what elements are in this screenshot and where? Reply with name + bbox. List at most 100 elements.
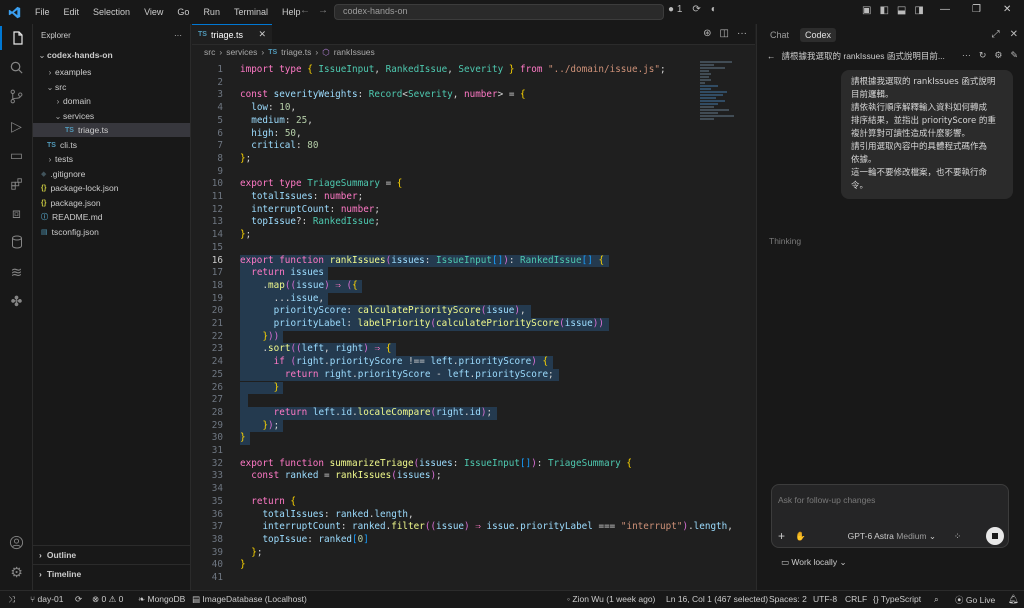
command-center-search[interactable]: codex-hands-on: [334, 4, 664, 20]
toggle-panel-icon[interactable]: ⬓: [897, 5, 906, 16]
source-control-icon[interactable]: [0, 84, 33, 108]
code-line[interactable]: 5 medium: 25,: [192, 115, 712, 128]
tab-chat[interactable]: Chat: [765, 28, 794, 42]
code-line[interactable]: 12 interruptCount: number;: [192, 204, 712, 217]
project-root[interactable]: ⌄ codex-hands-on: [33, 48, 190, 62]
code-line[interactable]: 37 interruptCount: ranked.filter((issue)…: [192, 521, 733, 534]
python-icon[interactable]: ✤: [0, 289, 33, 313]
indentation-status[interactable]: Spaces: 2: [769, 594, 807, 604]
sync-icon[interactable]: ⟳: [692, 4, 700, 15]
stop-button[interactable]: [986, 527, 1004, 545]
add-context-icon[interactable]: +: [778, 529, 785, 543]
code-line[interactable]: 11 totalIssues: number;: [192, 191, 712, 204]
hand-icon[interactable]: ✋: [795, 531, 806, 542]
followup-input-box[interactable]: Ask for follow-up changes + ✋ GPT-6 Astr…: [771, 484, 1009, 548]
menu-terminal[interactable]: Terminal: [227, 7, 275, 17]
code-line[interactable]: 32 export function summarizeTriage(issues…: [192, 458, 712, 471]
code-line[interactable]: 2: [192, 77, 712, 90]
timeline-section[interactable]: › Timeline: [33, 564, 190, 582]
accounts-icon[interactable]: ◐: [711, 4, 717, 15]
encoding-status[interactable]: UTF-8: [813, 594, 837, 604]
code-line[interactable]: 8};: [192, 153, 712, 166]
code-line[interactable]: 20 priorityScore: calculatePriorityScore…: [192, 305, 712, 318]
code-line[interactable]: 30}: [192, 432, 712, 445]
code-line[interactable]: 24 if (right.priorityScore !== left.prio…: [192, 356, 712, 369]
code-line[interactable]: 9: [192, 166, 712, 179]
layout-icon[interactable]: ▣: [862, 5, 871, 16]
close-tab-icon[interactable]: ✕: [258, 29, 266, 40]
code-line[interactable]: 36 totalIssues: ranked.length,: [192, 509, 712, 522]
tab-triage[interactable]: TS triage.ts ✕: [192, 24, 272, 44]
code-line[interactable]: 31: [192, 445, 712, 458]
code-line[interactable]: 40}: [192, 559, 712, 572]
tree-file-package[interactable]: {} package.json: [33, 196, 190, 210]
split-editor-icon[interactable]: ◫: [720, 28, 729, 39]
settings-gear-icon[interactable]: ⚙: [994, 50, 1002, 61]
code-line[interactable]: 22 })): [192, 331, 712, 344]
code-line[interactable]: 41: [192, 572, 712, 585]
menu-run[interactable]: Run: [196, 7, 227, 17]
menu-selection[interactable]: Selection: [86, 7, 137, 17]
copilot-badge[interactable]: ● 1: [668, 4, 682, 15]
code-line[interactable]: 35 return {: [192, 496, 712, 509]
new-thread-icon[interactable]: ✎: [1010, 50, 1018, 61]
database-icon[interactable]: [0, 230, 33, 254]
more-actions-icon[interactable]: ···: [174, 31, 182, 40]
outline-section[interactable]: › Outline: [33, 545, 190, 563]
maximize-panel-icon[interactable]: ⤢: [992, 29, 1000, 40]
menu-go[interactable]: Go: [170, 7, 196, 17]
tab-codex[interactable]: Codex: [800, 28, 837, 42]
code-line[interactable]: 38 topIssue: ranked[0]: [192, 534, 712, 547]
extensions-icon[interactable]: [0, 172, 33, 196]
code-line[interactable]: 17 return issues: [192, 267, 712, 280]
code-view[interactable]: 1 import type { IssueInput, RankedIssue, …: [192, 60, 755, 590]
tree-file-package-lock[interactable]: {} package-lock.json: [33, 181, 190, 195]
toggle-secondary-sidebar-icon[interactable]: ◨: [914, 5, 923, 16]
code-line[interactable]: 27: [192, 394, 712, 407]
sync-icon[interactable]: ⟳: [75, 594, 82, 605]
breadcrumb-src[interactable]: src: [204, 47, 215, 57]
close-panel-icon[interactable]: ✕: [1010, 29, 1018, 40]
codex-icon[interactable]: ⊛: [703, 28, 711, 39]
mongodb-status[interactable]: ❧ MongoDB: [138, 594, 185, 605]
tree-folder-services[interactable]: ⌄ services: [33, 109, 190, 123]
forward-arrow-icon[interactable]: →: [318, 5, 328, 16]
tree-file-readme[interactable]: ⓘ README.md: [33, 210, 190, 224]
code-line[interactable]: 33 const ranked = rankIssues(issues);: [192, 470, 712, 483]
menu-edit[interactable]: Edit: [57, 7, 87, 17]
settings-gear-icon[interactable]: ⚙: [0, 560, 33, 584]
explorer-icon[interactable]: [0, 26, 33, 50]
work-locally-selector[interactable]: ▭ Work locally ⌄: [781, 557, 847, 568]
copilot-status-icon[interactable]: ⌕: [934, 594, 939, 605]
code-line[interactable]: 23 .sort((left, right) ⇒ {: [192, 343, 712, 356]
code-line[interactable]: 39 };: [192, 547, 712, 560]
tree-file-cli[interactable]: TS cli.ts: [33, 138, 190, 152]
language-status[interactable]: {} TypeScript: [873, 594, 921, 604]
toggle-sidebar-icon[interactable]: ◧: [879, 5, 888, 16]
code-line[interactable]: 3 const severityWeights: Record<Severity,…: [192, 89, 712, 102]
menu-view[interactable]: View: [137, 7, 170, 17]
tree-folder-tests[interactable]: › tests: [33, 152, 190, 166]
back-arrow-icon[interactable]: ←: [767, 51, 776, 61]
search-icon[interactable]: [0, 55, 33, 79]
code-line[interactable]: 21 priorityLabel: labelPriority(calculat…: [192, 318, 712, 331]
code-line[interactable]: 13 topIssue?: RankedIssue;: [192, 216, 712, 229]
problems-status[interactable]: ⊗ 0 ⚠ 0: [92, 594, 123, 605]
refresh-icon[interactable]: ↻: [979, 50, 987, 61]
breadcrumb-symbol[interactable]: rankIssues: [334, 47, 375, 57]
remote-explorer-icon[interactable]: ▭: [0, 143, 33, 167]
code-line[interactable]: 28 return left.id.localeCompare(right.id…: [192, 407, 712, 420]
code-line[interactable]: 10 export type TriageSummary = {: [192, 178, 712, 191]
minimap[interactable]: [700, 60, 745, 140]
account-icon[interactable]: [0, 530, 33, 554]
remote-icon[interactable]: ⤨: [8, 594, 15, 605]
tree-file-tsconfig[interactable]: ▤ tsconfig.json: [33, 225, 190, 239]
branch-status[interactable]: ⑂ day-01: [30, 594, 63, 604]
containers-icon[interactable]: ⧈: [0, 201, 33, 225]
code-line[interactable]: 14};: [192, 229, 712, 242]
auto-context-icon[interactable]: ⁘: [954, 531, 961, 542]
restore-icon[interactable]: ❐: [972, 4, 981, 15]
code-line[interactable]: 4 low: 10,: [192, 102, 712, 115]
code-line[interactable]: 19 ...issue,: [192, 293, 712, 306]
code-line[interactable]: 29 });: [192, 420, 712, 433]
